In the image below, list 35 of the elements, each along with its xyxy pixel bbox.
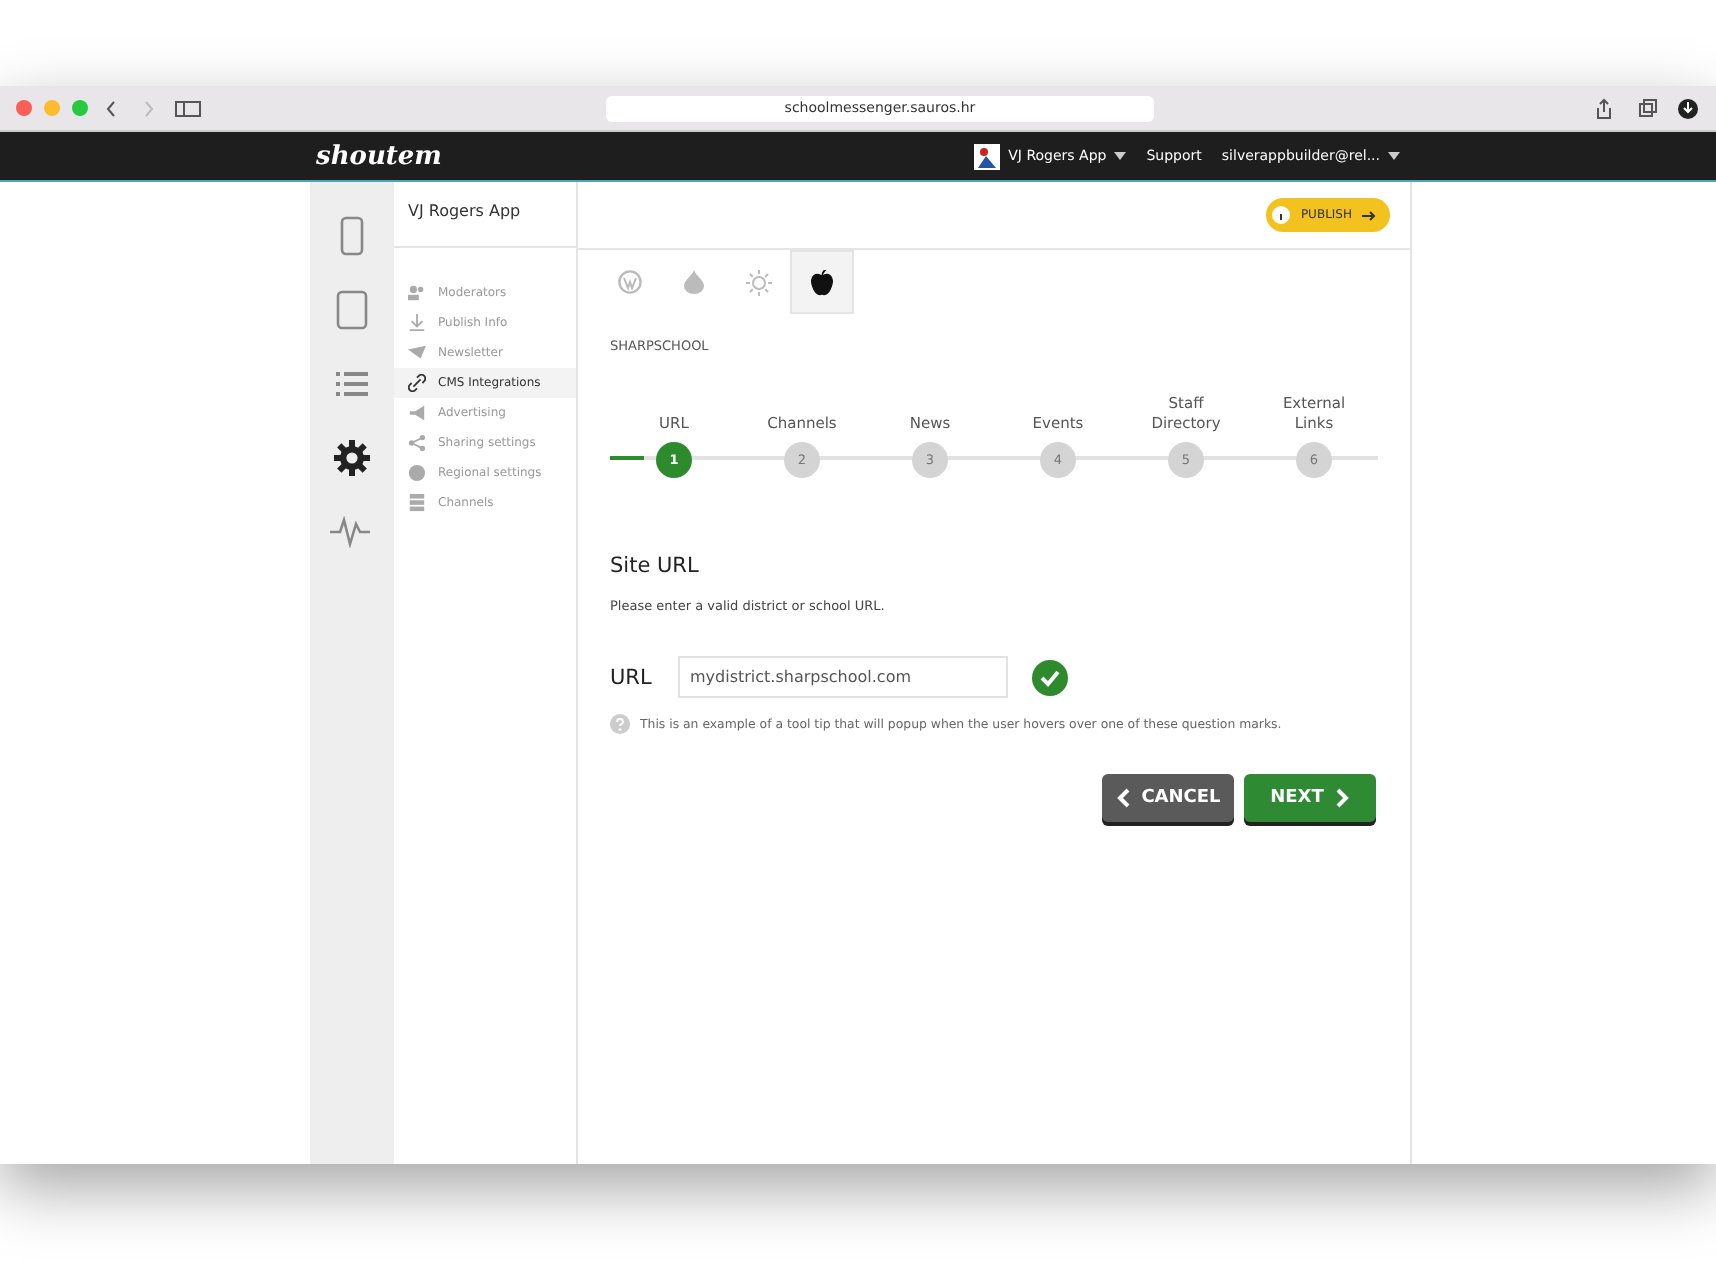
drop-icon: [682, 270, 706, 294]
url-label: URL: [610, 665, 654, 689]
next-button[interactable]: NEXT: [1244, 774, 1376, 822]
chevron-left-icon: [1115, 788, 1130, 808]
cancel-button[interactable]: CANCEL: [1102, 774, 1234, 822]
caret-icon: [1388, 152, 1400, 160]
arrow-right-icon: [1362, 209, 1376, 221]
cms-tab[interactable]: [790, 250, 854, 314]
caret-icon: [1114, 152, 1127, 160]
app-thumbnail-icon: [974, 143, 1001, 169]
stack-icon: [408, 494, 426, 512]
megaphone-icon: [408, 404, 426, 422]
link-icon: [408, 374, 426, 392]
chevron-right-icon: [1335, 788, 1350, 808]
publish-icon: [408, 314, 426, 332]
close-window-button[interactable]: [16, 100, 32, 116]
list-icon[interactable]: [336, 369, 368, 397]
zoom-window-button[interactable]: [72, 100, 88, 116]
sidebar-icon[interactable]: [172, 97, 204, 119]
wordpress-icon: [618, 270, 642, 294]
help-icon[interactable]: [610, 714, 630, 734]
apple-icon: [810, 269, 834, 295]
url-input-field[interactable]: mydistrict.sharpschool.com: [678, 656, 1008, 698]
sun-icon: [745, 269, 771, 295]
form-heading: Site URL: [610, 554, 701, 578]
phone-icon[interactable]: [340, 215, 364, 255]
settings-icon[interactable]: [334, 439, 370, 475]
tablet-icon[interactable]: [336, 289, 368, 329]
download-icon[interactable]: [1676, 97, 1700, 119]
people-icon: [408, 284, 426, 302]
share-icon: [408, 434, 426, 452]
pulse-icon[interactable]: [330, 515, 374, 547]
logo[interactable]: shoutem: [316, 141, 442, 171]
info-icon: [1272, 206, 1291, 224]
app-title: VJ Rogers App: [394, 182, 576, 248]
